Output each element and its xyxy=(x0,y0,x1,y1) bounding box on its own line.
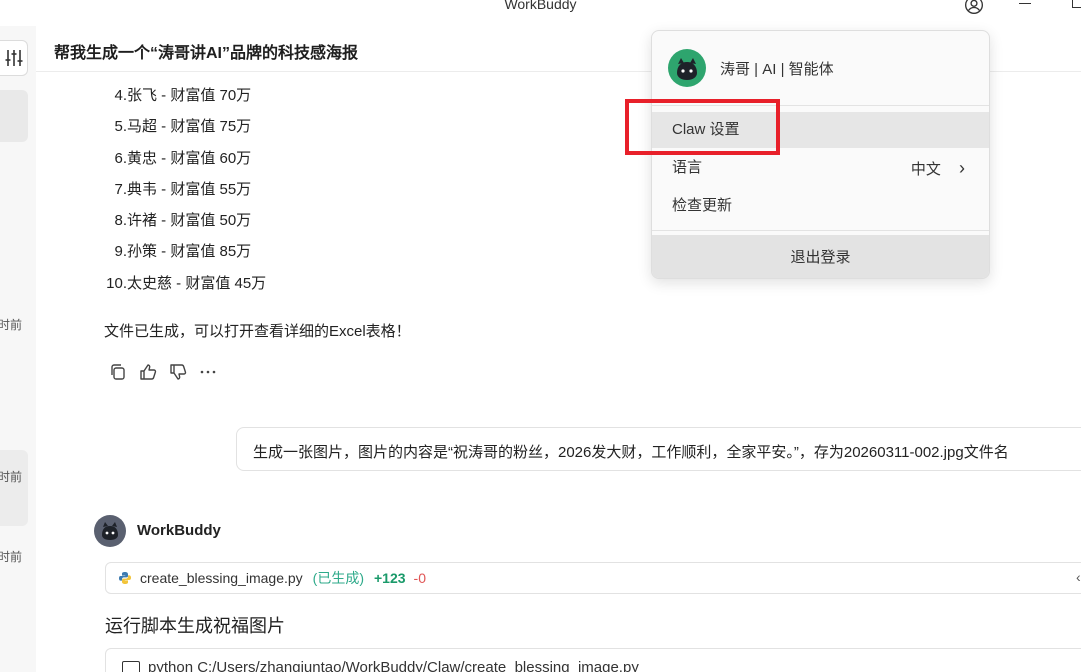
command-text: python C:/Users/zhangjuntao/WorkBuddy/Cl… xyxy=(148,659,639,672)
chevron-right-icon: › xyxy=(959,158,965,178)
list-text: 典韦 - 财富值 55万 xyxy=(127,180,252,198)
account-icon[interactable] xyxy=(962,0,986,15)
conversation-title: 帮我生成一个“涛哥讲AI”品牌的科技感海报 xyxy=(54,45,359,62)
list-item: 4. 张飞 - 财富值 70万 xyxy=(100,84,266,115)
annotation-highlight-box xyxy=(625,99,780,155)
language-value-wrap: 中文 › xyxy=(911,150,965,188)
summary-text: 文件已生成，可以打开查看详细的Excel表格！ xyxy=(104,323,411,340)
list-item: 6. 黄忠 - 财富值 60万 xyxy=(100,147,266,178)
generated-file-card[interactable]: create_blessing_image.py (已生成) +123 -0 ‹ xyxy=(105,562,1081,594)
list-text: 孙策 - 财富值 85万 xyxy=(127,243,252,261)
file-status: (已生成) xyxy=(312,570,364,586)
copy-icon[interactable] xyxy=(108,362,128,382)
python-file-icon xyxy=(119,572,131,584)
assistant-name: WorkBuddy xyxy=(137,522,221,539)
sidebar-time-label: 时前 xyxy=(0,550,22,564)
menu-item-language[interactable]: 语言 中文 › xyxy=(652,150,989,186)
menu-item-check-update[interactable]: 检查更新 xyxy=(652,188,989,224)
sidebar-item-active[interactable] xyxy=(0,90,28,142)
list-text: 许褚 - 财富值 50万 xyxy=(127,212,252,230)
terminal-icon xyxy=(122,661,140,672)
menu-divider xyxy=(652,230,989,231)
profile-header: 涛哥 | AI | 智能体 xyxy=(668,49,834,87)
list-item: 9. 孙策 - 财富值 85万 xyxy=(100,240,266,271)
list-item: 10. 太史慈 - 财富值 45万 xyxy=(100,272,266,303)
list-number: 9. xyxy=(114,243,127,261)
thumbs-down-icon[interactable] xyxy=(168,362,188,382)
list-number: 5. xyxy=(114,118,127,136)
list-number: 4. xyxy=(114,87,127,104)
list-text: 张飞 - 财富值 70万 xyxy=(127,87,252,104)
file-name: create_blessing_image.py xyxy=(140,570,303,586)
lines-added: +123 xyxy=(373,570,406,586)
list-item: 7. 典韦 - 财富值 55万 xyxy=(100,178,266,209)
user-message: 生成一张图片，图片的内容是“祝涛哥的粉丝，2026发大财，工作顺利，全家平安。”… xyxy=(236,427,1081,471)
thumbs-up-icon[interactable] xyxy=(138,362,158,382)
menu-item-label: 语言 xyxy=(672,159,703,176)
lines-removed: -0 xyxy=(413,570,426,586)
list-text: 马超 - 财富值 75万 xyxy=(127,118,252,136)
list-item: 8. 许褚 - 财富值 50万 xyxy=(100,209,266,240)
list-number: 7. xyxy=(114,180,127,198)
wealth-list: 4. 张飞 - 财富值 70万 5. 马超 - 财富值 75万 6. 黄忠 - 财富值… xyxy=(100,84,266,303)
sidebar: 时前 时前 时前 xyxy=(0,26,36,672)
window-title: WorkBuddy xyxy=(504,0,577,12)
sidebar-time-label: 时前 xyxy=(0,470,22,484)
minimize-icon[interactable] xyxy=(1019,3,1031,4)
sidebar-item[interactable] xyxy=(0,450,28,526)
message-actions xyxy=(108,362,218,382)
list-number: 8. xyxy=(114,212,127,230)
list-text: 太史慈 - 财富值 45万 xyxy=(127,274,267,292)
maximize-icon[interactable] xyxy=(1072,0,1081,8)
chevron-left-icon[interactable]: ‹ xyxy=(1076,569,1081,585)
more-icon[interactable] xyxy=(198,362,218,382)
logout-button[interactable]: 退出登录 xyxy=(652,235,989,278)
command-block[interactable]: python C:/Users/zhangjuntao/WorkBuddy/Cl… xyxy=(105,648,1081,672)
list-number: 6. xyxy=(114,149,127,167)
step-title: 运行脚本生成祝福图片 xyxy=(105,616,285,636)
title-bar: WorkBuddy xyxy=(0,0,1081,26)
sidebar-time-label: 时前 xyxy=(0,318,22,332)
language-value: 中文 xyxy=(910,161,941,178)
user-avatar xyxy=(668,49,706,87)
username: 涛哥 | AI | 智能体 xyxy=(720,60,834,78)
list-number: 10. xyxy=(106,274,127,292)
workbuddy-avatar xyxy=(94,515,126,547)
list-item: 5. 马超 - 财富值 75万 xyxy=(100,115,266,146)
filter-button[interactable] xyxy=(0,40,28,76)
list-text: 黄忠 - 财富值 60万 xyxy=(127,149,252,167)
sliders-icon xyxy=(5,50,22,66)
menu-item-label: 检查更新 xyxy=(672,197,733,214)
